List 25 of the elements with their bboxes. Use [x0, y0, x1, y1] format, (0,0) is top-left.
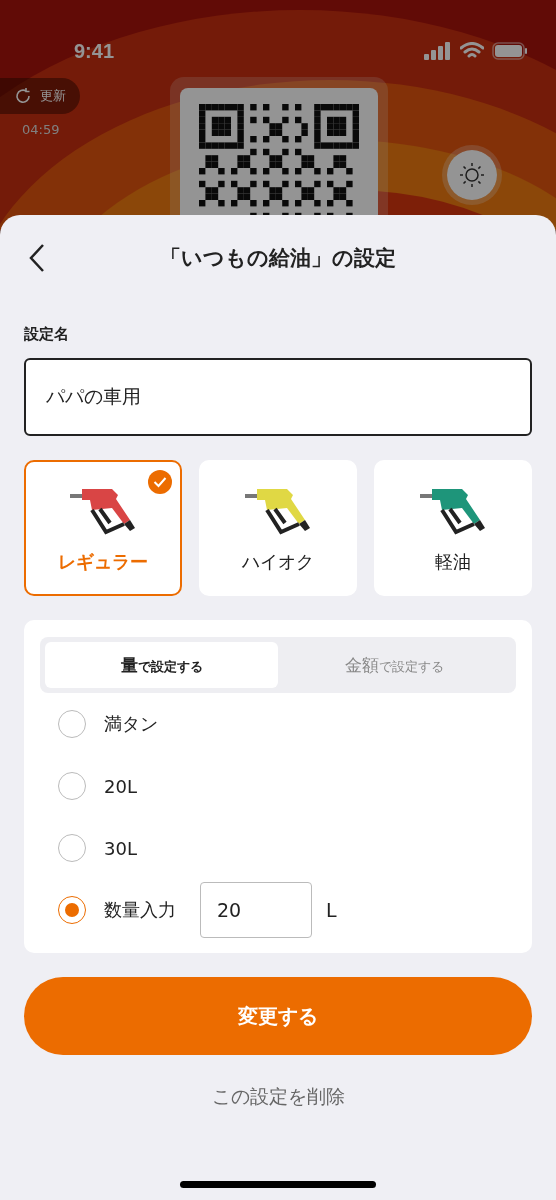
unit-label: L: [326, 899, 337, 921]
fuel-type-card[interactable]: ハイオク: [199, 460, 357, 596]
fuel-type-card[interactable]: 軽油: [374, 460, 532, 596]
fuel-nozzle-icon: [243, 486, 313, 536]
countdown-timer: 04:59: [22, 122, 60, 137]
status-time: 9:41: [74, 39, 115, 63]
quantity-input-field[interactable]: 20: [200, 882, 312, 938]
option-label: 30L: [104, 837, 138, 859]
fuel-nozzle-icon: [68, 486, 138, 536]
delete-link[interactable]: この設定を削除: [205, 1083, 351, 1111]
fuel-nozzle-icon: [418, 486, 488, 536]
wifi-icon: [460, 42, 484, 60]
back-icon: [28, 243, 46, 273]
refresh-icon: [14, 87, 32, 105]
battery-icon: [492, 42, 528, 60]
signal-icon: [424, 42, 452, 60]
option-label: 20L: [104, 775, 138, 797]
option-label: 満タン: [104, 712, 159, 736]
name-input-field[interactable]: パパの車用: [24, 358, 532, 436]
check-icon: [148, 470, 172, 494]
field-label: 設定名: [24, 325, 70, 344]
sheet-title: 「いつもの給油」の設定: [159, 245, 397, 272]
sun-icon: [459, 162, 485, 188]
mode-tab[interactable]: 量で設定する: [45, 642, 278, 688]
option-label: 数量入力: [104, 898, 177, 922]
